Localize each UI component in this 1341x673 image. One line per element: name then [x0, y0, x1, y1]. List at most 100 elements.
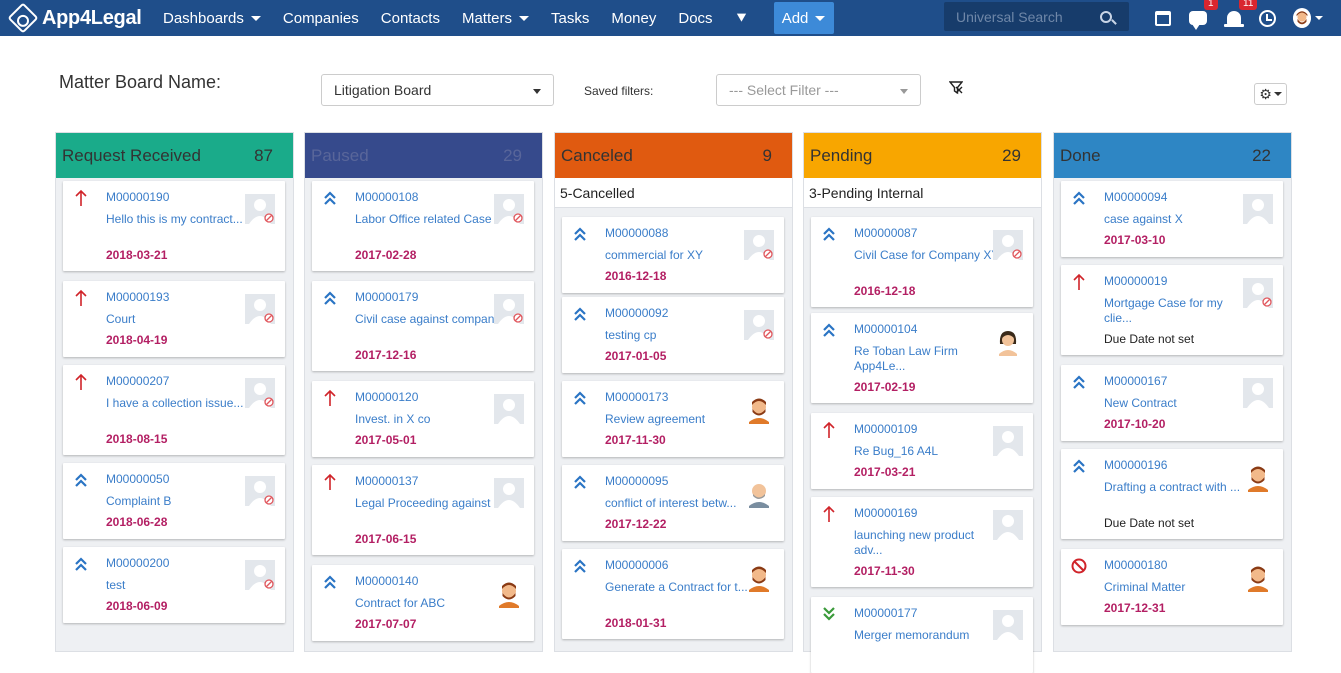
- matter-card[interactable]: M00000109 Re Bug_16 A4L 2017-03-21: [811, 413, 1033, 489]
- matter-title[interactable]: testing cp: [605, 328, 755, 343]
- matter-card[interactable]: M00000019 Mortgage Case for my clie... Due…: [1061, 265, 1283, 355]
- matter-card[interactable]: M00000200 test 2018-06-09: [63, 547, 285, 623]
- search-icon[interactable]: [1100, 10, 1112, 23]
- matter-title[interactable]: Complaint B: [106, 494, 256, 509]
- matter-card[interactable]: M00000190 Hello this is my contract... 201…: [63, 181, 285, 271]
- nav-item-dashboards[interactable]: Dashboards: [152, 0, 272, 36]
- double-chevron-down-icon[interactable]: ⯆: [724, 10, 760, 27]
- matter-card[interactable]: M00000193 Court 2018-04-19: [63, 281, 285, 357]
- matter-card[interactable]: M00000087 Civil Case for Company XY 2016-1…: [811, 217, 1033, 307]
- matter-title[interactable]: commercial for XY: [605, 248, 755, 263]
- matter-card[interactable]: M00000050 Complaint B 2018-06-28: [63, 463, 285, 539]
- matter-title[interactable]: New Contract: [1104, 396, 1254, 411]
- matter-id[interactable]: M00000094: [1104, 190, 1167, 204]
- nav-item-money[interactable]: Money: [600, 0, 667, 36]
- nav-item-tasks[interactable]: Tasks: [540, 0, 600, 36]
- matter-card[interactable]: M00000092 testing cp 2017-01-05: [562, 297, 784, 373]
- matter-id[interactable]: M00000140: [355, 574, 418, 588]
- matter-card[interactable]: M00000006 Generate a Contract for t... 201…: [562, 549, 784, 639]
- matter-card[interactable]: M00000095 conflict of interest betw... 201…: [562, 465, 784, 541]
- matter-id[interactable]: M00000196: [1104, 458, 1167, 472]
- matter-id[interactable]: M00000050: [106, 472, 169, 486]
- matter-title[interactable]: Re Toban Law Firm App4Le...: [854, 344, 1004, 374]
- matter-title[interactable]: Drafting a contract with ...: [1104, 480, 1254, 495]
- matter-id[interactable]: M00000120: [355, 390, 418, 404]
- matter-id[interactable]: M00000104: [854, 322, 917, 336]
- matter-card[interactable]: M00000104 Re Toban Law Firm App4Le... 2017…: [811, 313, 1033, 403]
- matter-id[interactable]: M00000092: [605, 306, 668, 320]
- matter-title[interactable]: test: [106, 578, 256, 593]
- matter-id[interactable]: M00000088: [605, 226, 668, 240]
- matter-card[interactable]: M00000120 Invest. in X co 2017-05-01: [312, 381, 534, 457]
- matter-title[interactable]: launching new product adv...: [854, 528, 1004, 558]
- matter-title[interactable]: Contract for ABC: [355, 596, 505, 611]
- matter-title[interactable]: Generate a Contract for t...: [605, 580, 755, 595]
- matter-id[interactable]: M00000179: [355, 290, 418, 304]
- matter-title[interactable]: Labor Office related Case: [355, 212, 505, 227]
- matter-card[interactable]: M00000169 launching new product adv... 201…: [811, 497, 1033, 587]
- matter-card[interactable]: M00000108 Labor Office related Case 2017-0…: [312, 181, 534, 271]
- matter-title[interactable]: Civil case against compan...: [355, 312, 505, 327]
- matter-title[interactable]: Invest. in X co: [355, 412, 505, 427]
- matter-card[interactable]: M00000207 I have a collection issue... 201…: [63, 365, 285, 455]
- matter-title[interactable]: Legal Proceeding against ...: [355, 496, 505, 511]
- universal-search-input[interactable]: [944, 8, 1094, 25]
- reminders-button[interactable]: [1258, 0, 1277, 36]
- nav-item-companies[interactable]: Companies: [272, 0, 370, 36]
- column-header[interactable]: Paused 29: [305, 133, 542, 178]
- matter-id[interactable]: M00000177: [854, 606, 917, 620]
- matter-id[interactable]: M00000109: [854, 422, 917, 436]
- column-header[interactable]: Done 22: [1054, 133, 1291, 178]
- notifications-button[interactable]: 11: [1224, 0, 1258, 36]
- board-settings-button[interactable]: ⚙: [1254, 83, 1287, 105]
- column-header[interactable]: Pending 29: [804, 133, 1041, 178]
- column-header[interactable]: Request Received 87: [56, 133, 293, 178]
- matter-title[interactable]: Criminal Matter: [1104, 580, 1254, 595]
- nav-item-matters[interactable]: Matters: [451, 0, 540, 36]
- matter-id[interactable]: M00000190: [106, 190, 169, 204]
- matter-card[interactable]: M00000173 Review agreement 2017-11-30: [562, 381, 784, 457]
- matter-card[interactable]: M00000167 New Contract 2017-10-20: [1061, 365, 1283, 441]
- matter-id[interactable]: M00000173: [605, 390, 668, 404]
- matter-card[interactable]: M00000140 Contract for ABC 2017-07-07: [312, 565, 534, 641]
- matter-card[interactable]: M00000137 Legal Proceeding against ... 201…: [312, 465, 534, 555]
- matter-card[interactable]: M00000177 Merger memorandum: [811, 597, 1033, 673]
- matter-id[interactable]: M00000108: [355, 190, 418, 204]
- matter-card[interactable]: M00000088 commercial for XY 2016-12-18: [562, 217, 784, 293]
- matter-card[interactable]: M00000180 Criminal Matter 2017-12-31: [1061, 549, 1283, 625]
- app-logo[interactable]: App4Legal: [7, 2, 152, 34]
- matter-id[interactable]: M00000087: [854, 226, 917, 240]
- matter-card[interactable]: M00000179 Civil case against compan... 201…: [312, 281, 534, 371]
- matter-title[interactable]: case against X: [1104, 212, 1254, 227]
- add-button[interactable]: Add: [773, 2, 834, 34]
- matter-id[interactable]: M00000019: [1104, 274, 1167, 288]
- matter-title[interactable]: Court: [106, 312, 256, 327]
- matter-title[interactable]: conflict of interest betw...: [605, 496, 755, 511]
- clear-filter-icon[interactable]: [949, 81, 963, 95]
- nav-item-contacts[interactable]: Contacts: [370, 0, 451, 36]
- matter-card[interactable]: M00000196 Drafting a contract with ... Due…: [1061, 449, 1283, 539]
- matter-title[interactable]: Re Bug_16 A4L: [854, 444, 1004, 459]
- calendar-button[interactable]: [1154, 0, 1172, 36]
- matter-id[interactable]: M00000167: [1104, 374, 1167, 388]
- matter-id[interactable]: M00000200: [106, 556, 169, 570]
- nav-item-docs[interactable]: Docs: [667, 0, 723, 36]
- column-header[interactable]: Canceled 9: [555, 133, 792, 178]
- board-select[interactable]: Litigation Board: [321, 74, 554, 106]
- matter-title[interactable]: Merger memorandum: [854, 628, 1004, 643]
- matter-id[interactable]: M00000180: [1104, 558, 1167, 572]
- matter-id[interactable]: M00000137: [355, 474, 418, 488]
- matter-title[interactable]: Hello this is my contract...: [106, 212, 256, 227]
- matter-title[interactable]: I have a collection issue...: [106, 396, 256, 411]
- matter-id[interactable]: M00000169: [854, 506, 917, 520]
- matter-id[interactable]: M00000095: [605, 474, 668, 488]
- saved-filter-select[interactable]: --- Select Filter ---: [716, 74, 921, 106]
- matter-id[interactable]: M00000006: [605, 558, 668, 572]
- matter-title[interactable]: Mortgage Case for my clie...: [1104, 296, 1254, 326]
- messages-button[interactable]: 1: [1188, 0, 1218, 36]
- matter-id[interactable]: M00000193: [106, 290, 169, 304]
- matter-title[interactable]: Review agreement: [605, 412, 755, 427]
- matter-id[interactable]: M00000207: [106, 374, 169, 388]
- matter-title[interactable]: Civil Case for Company XY: [854, 248, 1004, 263]
- matter-card[interactable]: M00000094 case against X 2017-03-10: [1061, 181, 1283, 257]
